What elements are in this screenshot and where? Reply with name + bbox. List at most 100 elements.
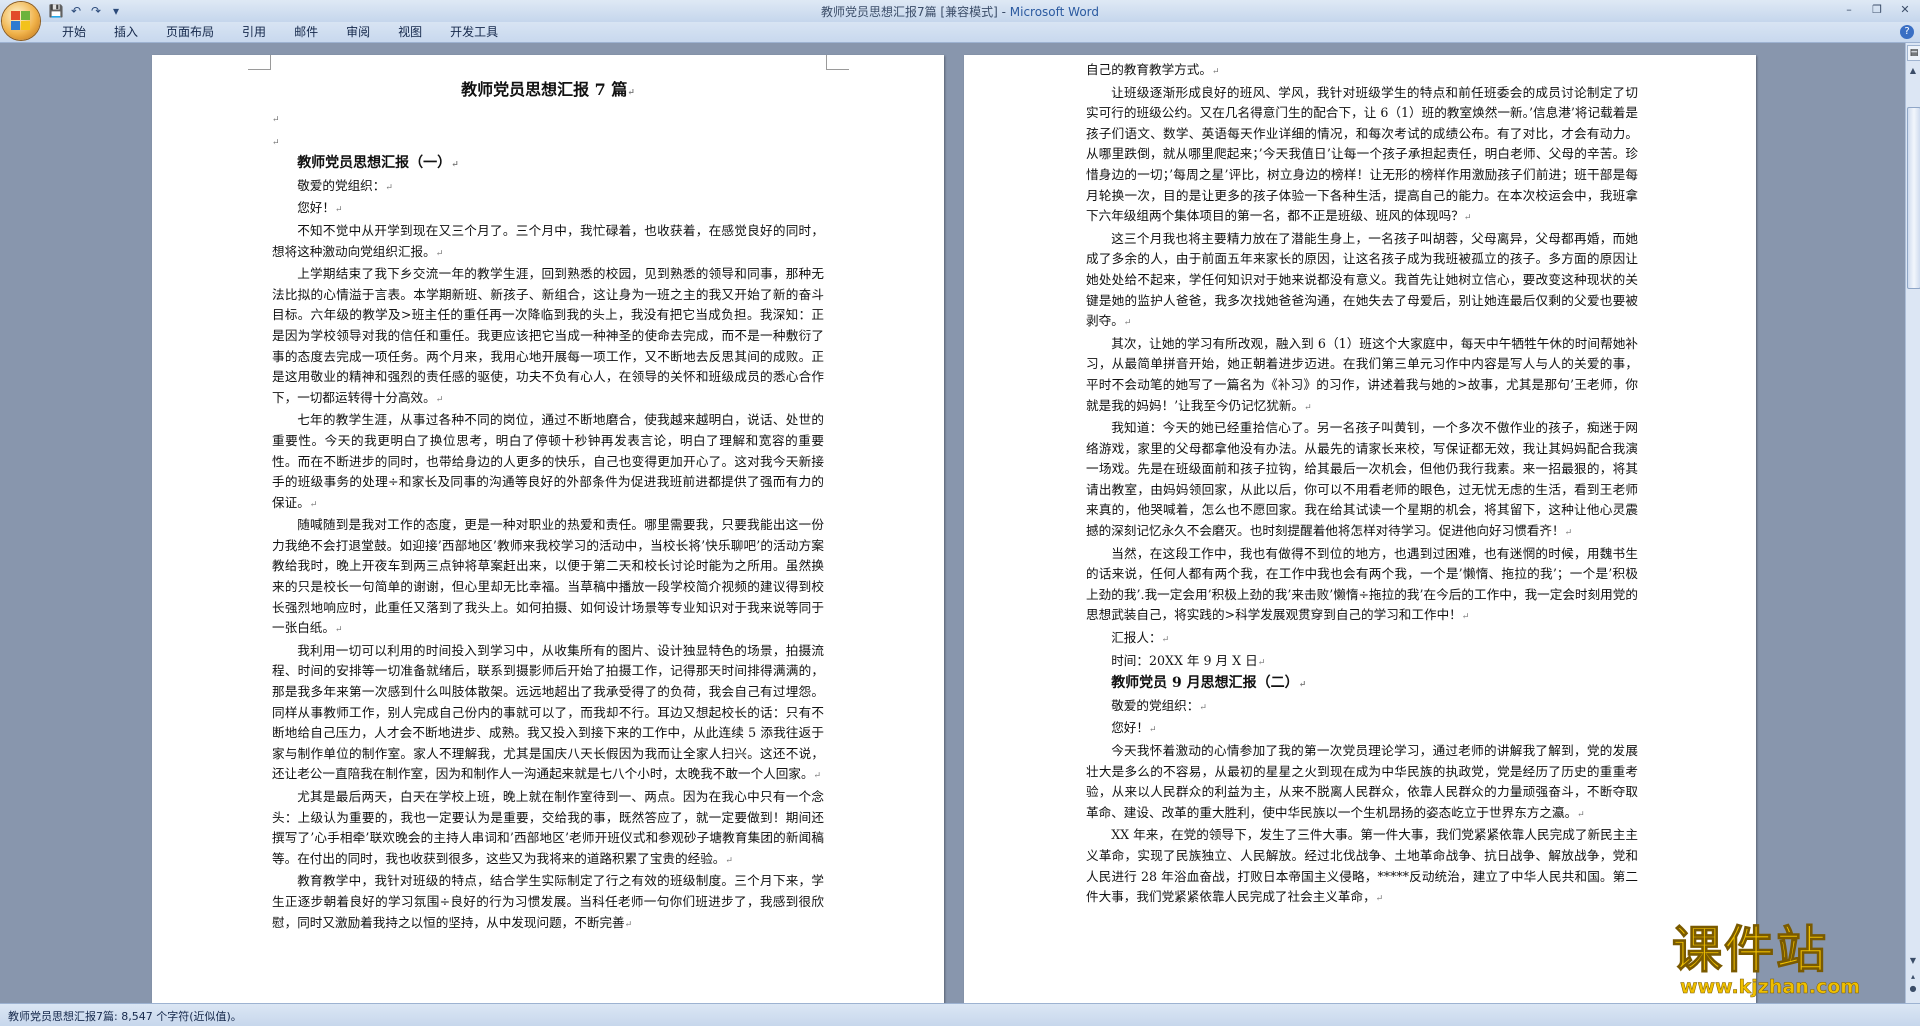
paragraph-mark-icon: ↵: [435, 394, 444, 405]
document-page-2[interactable]: 自己的教育教学方式。↵ 让班级逐渐形成良好的班风、学风，我针对班级学生的特点和前任…: [964, 55, 1756, 1003]
paragraph-text: 您好！: [1111, 720, 1149, 736]
paragraph-text: 不知不觉中从开学到现在又三个月了。三个月中，我忙碌着，也收获着，在感觉良好的同时…: [272, 222, 824, 259]
paragraph-mark-icon: ↵: [1463, 213, 1472, 224]
paragraph-mark-icon: ↵: [624, 919, 633, 930]
paragraph-text: 我利用一切可以利用的时间投入到学习中，从收集所有的图片、设计独显特色的场景，拍摄…: [272, 642, 824, 782]
page-2-text[interactable]: 自己的教育教学方式。↵ 让班级逐渐形成良好的班风、学风，我针对班级学生的特点和前任…: [1086, 60, 1638, 910]
paragraph-mark-icon: ↵: [1461, 612, 1470, 623]
paragraph-mark-icon: ↵: [1199, 702, 1207, 713]
paragraph-mark-icon: ↵: [272, 137, 280, 148]
scrollbar-thumb[interactable]: [1907, 107, 1920, 289]
ruler-toggle-icon[interactable]: ▤: [1907, 45, 1920, 61]
document-paragraph: 教育教学中，我针对班级的特点，结合学生实际制定了行之有效的班级制度。三个月下来，…: [272, 871, 824, 935]
paragraph-text: 这三个月我也将主要精力放在了潜能生身上，一名孩子叫胡蓉，父母离异，父母都再婚，而…: [1086, 230, 1638, 329]
document-paragraph: ↵: [272, 131, 824, 154]
office-button[interactable]: [2, 2, 40, 40]
ribbon-tab[interactable]: 页面布局: [152, 24, 228, 40]
document-paragraph: 上学期结束了我下乡交流一年的教学生涯，回到熟悉的校园，见到熟悉的领导和同事，那种…: [272, 264, 824, 410]
ribbon-tab[interactable]: 邮件: [280, 24, 332, 40]
paragraph-text: 时间：20XX 年 9 月 X 日: [1111, 652, 1258, 668]
paragraph-mark-icon: ↵: [1298, 680, 1307, 691]
close-icon[interactable]: ✕: [1894, 2, 1916, 18]
paragraph-text: 自己的教育教学方式。: [1086, 62, 1212, 77]
paragraph-text: 汇报人：: [1111, 630, 1162, 646]
ribbon-tab[interactable]: 视图: [384, 24, 436, 40]
paragraph-text: 今天我怀着激动的心情参加了我的第一次党员理论学习，通过老师的讲解我了解到，党的发…: [1086, 743, 1638, 820]
document-paragraph: 汇报人：↵: [1086, 628, 1638, 651]
document-name: 教师党员思想汇报7篇 [兼容模式]: [820, 5, 998, 19]
paragraph-mark-icon: ↵: [1257, 657, 1266, 668]
ribbon-tab[interactable]: 审阅: [332, 24, 384, 40]
document-paragraph: 随喊随到是我对工作的态度，更是一种对职业的热爱和责任。哪里需要我，只要我能出这一…: [272, 515, 824, 641]
paragraph-mark-icon: ↵: [451, 160, 459, 171]
paragraph-text: 您好！: [297, 200, 335, 216]
paragraph-text: 尤其是最后两天，白天在学校上班，晚上就在制作室待到一、两点。因为在我心中只有一个…: [272, 789, 824, 866]
paragraph-mark-icon: ↵: [435, 248, 444, 259]
document-paragraph: 我知道：今天的她已经重拾信心了。另一名孩子叫黄钊，一个多次不傲作业的孩子，痴迷于…: [1086, 418, 1638, 544]
document-paragraph: XX 年来，在党的领导下，发生了三件大事。第一件大事，我们党紧紧依靠人民完成了新…: [1086, 825, 1638, 909]
paragraph-mark-icon: ↵: [1148, 725, 1157, 736]
paragraph-mark-icon: ↵: [1564, 528, 1573, 539]
document-paragraph: 当然，在这段工作中，我也有做得不到位的地方，也遇到过困难，也有迷惘的时候，用魏书…: [1086, 544, 1638, 628]
vertical-scrollbar[interactable]: ▤ ▲ ▼ ▴ ●: [1905, 43, 1920, 1003]
paragraph-text: 我知道：今天的她已经重拾信心了。另一名孩子叫黄钊，一个多次不傲作业的孩子，痴迷于…: [1086, 420, 1638, 539]
paragraph-text: 敬爱的党组织：: [297, 177, 386, 193]
document-paragraph: 今天我怀着激动的心情参加了我的第一次党员理论学习，通过老师的讲解我了解到，党的发…: [1086, 741, 1638, 825]
document-workspace: 教师党员思想汇报 7 篇↵ ↵ ↵ 教师党员思想汇报（一）↵ 敬爱的党组织：↵ 您好！↵ 不…: [0, 43, 1905, 1003]
paragraph-mark-icon: ↵: [385, 182, 393, 193]
paragraph-text: 上学期结束了我下乡交流一年的教学生涯，回到熟悉的校园，见到熟悉的领导和同事，那种…: [272, 266, 824, 405]
page-1-text[interactable]: 教师党员思想汇报 7 篇↵ ↵ ↵ 教师党员思想汇报（一）↵ 敬爱的党组织：↵ 您好！↵ 不…: [272, 75, 824, 935]
document-paragraph: 让班级逐渐形成良好的班风、学风，我针对班级学生的特点和前任班委会的成员讨论制定了…: [1086, 83, 1638, 229]
ribbon-tabs: 开始 插入 页面布局 引用 邮件 审阅 视图 开发工具: [48, 24, 512, 40]
document-paragraph: 我利用一切可以利用的时间投入到学习中，从收集所有的图片、设计独显特色的场景，拍摄…: [272, 641, 824, 787]
status-bar: 教师党员思想汇报7篇: 8,547 个字符(近似值)。: [0, 1003, 1920, 1026]
paragraph-mark-icon: ↵: [272, 115, 280, 125]
paragraph-mark-icon: ↵: [1577, 809, 1585, 820]
word-count-status[interactable]: 教师党员思想汇报7篇: 8,547 个字符(近似值)。: [8, 1008, 242, 1024]
paragraph-mark-icon: ↵: [627, 88, 635, 98]
window-controls: – ❐ ✕: [1838, 2, 1916, 18]
document-paragraph: 其次，让她的学习有所改观，融入到 6（1）班这个大家庭中，每天中午牺牲午休的时间…: [1086, 334, 1638, 418]
document-paragraph: 敬爱的党组织：↵: [1086, 696, 1638, 719]
ribbon-tab[interactable]: 插入: [100, 24, 152, 40]
paragraph-mark-icon: ↵: [813, 771, 822, 782]
document-paragraph: 这三个月我也将主要精力放在了潜能生身上，一名孩子叫胡蓉，父母离异，父母都再婚，而…: [1086, 229, 1638, 334]
paragraph-mark-icon: ↵: [1211, 67, 1220, 77]
document-paragraph: 自己的教育教学方式。↵: [1086, 60, 1638, 83]
document-heading: 教师党员思想汇报 7 篇↵: [272, 75, 824, 108]
document-paragraph: 您好！↵: [1086, 718, 1638, 741]
document-paragraph: 七年的教学生涯，从事过各种不同的岗位，通过不断地磨合，使我越来越明白，说话、处世…: [272, 410, 824, 515]
paragraph-mark-icon: ↵: [1161, 635, 1170, 646]
document-paragraph: 您好！↵: [272, 198, 824, 221]
paragraph-text: 教育教学中，我针对班级的特点，结合学生实际制定了行之有效的班级制度。三个月下来，…: [272, 873, 824, 930]
paragraph-text: 敬爱的党组织：: [1111, 697, 1200, 713]
ribbon-tab[interactable]: 开始: [48, 24, 100, 40]
paragraph-mark-icon: ↵: [1304, 402, 1312, 413]
ribbon-tab-bar: 开始 插入 页面布局 引用 邮件 审阅 视图 开发工具 ?: [0, 22, 1920, 43]
document-page-1[interactable]: 教师党员思想汇报 7 篇↵ ↵ ↵ 教师党员思想汇报（一）↵ 敬爱的党组织：↵ 您好！↵ 不…: [152, 55, 944, 1003]
document-paragraph: 敬爱的党组织：↵: [272, 176, 824, 199]
document-paragraph: 尤其是最后两天，白天在学校上班，晚上就在制作室待到一、两点。因为在我心中只有一个…: [272, 787, 824, 871]
document-paragraph: 时间：20XX 年 9 月 X 日↵: [1086, 651, 1638, 674]
restore-icon[interactable]: ❐: [1866, 2, 1888, 18]
help-icon[interactable]: ?: [1900, 25, 1914, 39]
office-logo-icon: [11, 11, 31, 31]
ribbon-tab[interactable]: 引用: [228, 24, 280, 40]
paragraph-text: 其次，让她的学习有所改观，融入到 6（1）班这个大家庭中，每天中午牺牲午休的时间…: [1086, 335, 1638, 413]
document-heading: 教师党员思想汇报（一）↵: [272, 153, 824, 176]
app-name: Microsoft Word: [1009, 5, 1100, 19]
paragraph-text: 教师党员 9 月思想汇报（二）: [1111, 675, 1299, 692]
paragraph-mark-icon: ↵: [334, 625, 343, 636]
paragraph-mark-icon: ↵: [309, 499, 318, 510]
document-paragraph: ↵: [272, 108, 824, 131]
ribbon-tab[interactable]: 开发工具: [436, 24, 512, 40]
document-heading: 教师党员 9 月思想汇报（二）↵: [1086, 673, 1638, 696]
document-paragraph: 不知不觉中从开学到现在又三个月了。三个月中，我忙碌着，也收获着，在感觉良好的同时…: [272, 221, 824, 264]
paragraph-mark-icon: ↵: [1375, 894, 1384, 905]
watermark-url: www.kjzhan.com: [1680, 976, 1861, 999]
paragraph-text: 七年的教学生涯，从事过各种不同的岗位，通过不断地磨合，使我越来越明白，说话、处世…: [272, 412, 824, 510]
scroll-up-icon[interactable]: ▲: [1907, 65, 1919, 77]
minimize-icon[interactable]: –: [1838, 2, 1860, 18]
paragraph-text: 让班级逐渐形成良好的班风、学风，我针对班级学生的特点和前任班委会的成员讨论制定了…: [1086, 84, 1638, 224]
watermark-logo-text: 课件站: [1672, 921, 1828, 979]
